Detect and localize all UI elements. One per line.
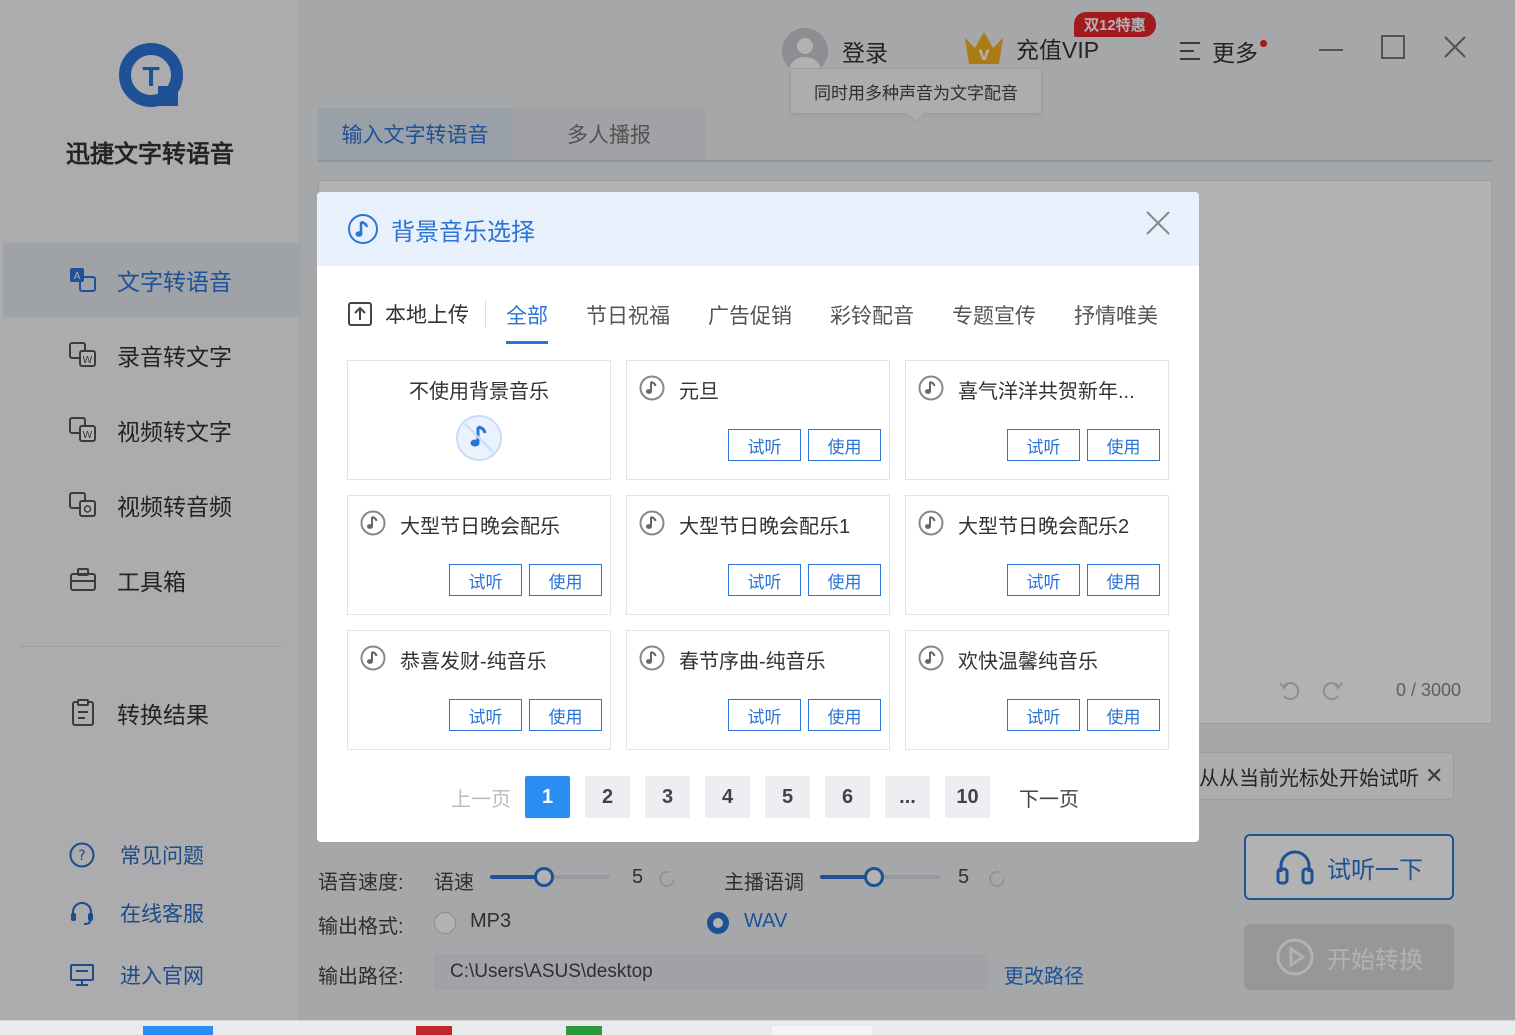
no-music-icon bbox=[456, 415, 502, 461]
no-music-label: 不使用背景音乐 bbox=[409, 381, 549, 403]
dialog-header: 背景音乐选择 bbox=[317, 192, 1199, 266]
use-button[interactable]: 使用 bbox=[808, 564, 881, 596]
page-button[interactable]: 5 bbox=[765, 776, 810, 818]
music-disc-icon bbox=[918, 645, 944, 671]
category-tab-campaign[interactable]: 专题宣传 bbox=[952, 292, 1036, 338]
preview-button[interactable]: 试听 bbox=[728, 564, 801, 596]
music-card: 大型节日晚会配乐试听 使用 bbox=[347, 495, 611, 615]
pagination: 上一页 1 2 3 4 5 6... 10 下一页 bbox=[451, 776, 1079, 818]
taskbar-app[interactable] bbox=[566, 1026, 602, 1035]
background-music-dialog: 背景音乐选择 本地上传 全部 节日祝福 广告促销 彩铃配音 专题宣传 抒情唯美 … bbox=[317, 192, 1199, 842]
preview-button[interactable]: 试听 bbox=[1007, 564, 1080, 596]
close-dialog-icon[interactable] bbox=[1145, 210, 1171, 236]
music-disc-icon bbox=[360, 645, 386, 671]
category-tab-promotion[interactable]: 广告促销 bbox=[708, 292, 792, 338]
music-card: 喜气洋洋共贺新年... 试听 使用 bbox=[905, 360, 1169, 480]
page-button[interactable]: 6 bbox=[825, 776, 870, 818]
local-upload-label: 本地上传 bbox=[385, 304, 469, 327]
music-card: 大型节日晚会配乐2 试听 使用 bbox=[905, 495, 1169, 615]
music-title: 大型节日晚会配乐1 bbox=[679, 516, 851, 538]
page-button[interactable]: 3 bbox=[645, 776, 690, 818]
preview-button[interactable]: 试听 bbox=[449, 699, 522, 731]
use-button[interactable]: 使用 bbox=[1087, 429, 1160, 461]
category-tab-ringtone[interactable]: 彩铃配音 bbox=[830, 292, 914, 338]
use-button[interactable]: 使用 bbox=[808, 429, 881, 461]
page-button[interactable]: 2 bbox=[585, 776, 630, 818]
category-tab-holiday[interactable]: 节日祝福 bbox=[586, 292, 670, 338]
page-button[interactable]: 1 bbox=[525, 776, 570, 818]
music-grid: 不使用背景音乐 元旦 试听 使用 喜气洋洋共贺新年... 试听 使用 大型节日晚会配乐 试听使… bbox=[347, 360, 1169, 750]
category-bar: 本地上传 全部 节日祝福 广告促销 彩铃配音 专题宣传 抒情唯美 bbox=[347, 292, 1176, 344]
preview-button[interactable]: 试听 bbox=[1007, 429, 1080, 461]
page-button[interactable]: 4 bbox=[705, 776, 750, 818]
page-ellipsis[interactable]: ... bbox=[885, 776, 930, 818]
taskbar-app[interactable] bbox=[772, 1026, 872, 1035]
category-tab-lyrical[interactable]: 抒情唯美 bbox=[1074, 292, 1158, 338]
preview-button[interactable]: 试听 bbox=[728, 429, 801, 461]
next-page-button[interactable]: 下一页 bbox=[1019, 783, 1079, 812]
category-tab-all[interactable]: 全部 bbox=[506, 292, 548, 344]
music-note-icon bbox=[348, 214, 378, 244]
music-disc-icon bbox=[639, 510, 665, 536]
page-button[interactable]: 10 bbox=[945, 776, 990, 818]
music-card: 春节序曲-纯音乐试听 使用 bbox=[626, 630, 890, 750]
upload-icon bbox=[348, 302, 372, 326]
preview-button[interactable]: 试听 bbox=[1007, 699, 1080, 731]
music-disc-icon bbox=[639, 375, 665, 401]
use-button[interactable]: 使用 bbox=[529, 564, 602, 596]
use-button[interactable]: 使用 bbox=[1087, 699, 1160, 731]
no-music-card[interactable]: 不使用背景音乐 bbox=[347, 360, 611, 480]
use-button[interactable]: 使用 bbox=[529, 699, 602, 731]
prev-page-button[interactable]: 上一页 bbox=[451, 783, 511, 812]
preview-button[interactable]: 试听 bbox=[449, 564, 522, 596]
music-card: 恭喜发财-纯音乐试听 使用 bbox=[347, 630, 611, 750]
music-title: 大型节日晚会配乐 bbox=[400, 516, 560, 538]
music-title: 元旦 bbox=[679, 381, 719, 403]
music-disc-icon bbox=[639, 645, 665, 671]
music-card: 大型节日晚会配乐1 试听 使用 bbox=[626, 495, 890, 615]
music-disc-icon bbox=[360, 510, 386, 536]
music-card: 欢快温馨纯音乐试听 使用 bbox=[905, 630, 1169, 750]
use-button[interactable]: 使用 bbox=[808, 699, 881, 731]
music-title: 喜气洋洋共贺新年... bbox=[958, 381, 1135, 403]
taskbar bbox=[0, 1020, 1515, 1035]
taskbar-app[interactable] bbox=[416, 1026, 452, 1035]
music-disc-icon bbox=[918, 510, 944, 536]
music-title: 欢快温馨纯音乐 bbox=[958, 651, 1098, 673]
music-title: 恭喜发财-纯音乐 bbox=[400, 651, 547, 673]
music-card: 元旦试听 使用 bbox=[626, 360, 890, 480]
music-title: 大型节日晚会配乐2 bbox=[958, 516, 1130, 538]
dialog-title: 背景音乐选择 bbox=[391, 218, 535, 246]
taskbar-app[interactable] bbox=[143, 1026, 213, 1035]
use-button[interactable]: 使用 bbox=[1087, 564, 1160, 596]
music-title: 春节序曲-纯音乐 bbox=[679, 651, 826, 673]
music-disc-icon bbox=[918, 375, 944, 401]
preview-button[interactable]: 试听 bbox=[728, 699, 801, 731]
local-upload-button[interactable]: 本地上传 bbox=[347, 300, 486, 328]
